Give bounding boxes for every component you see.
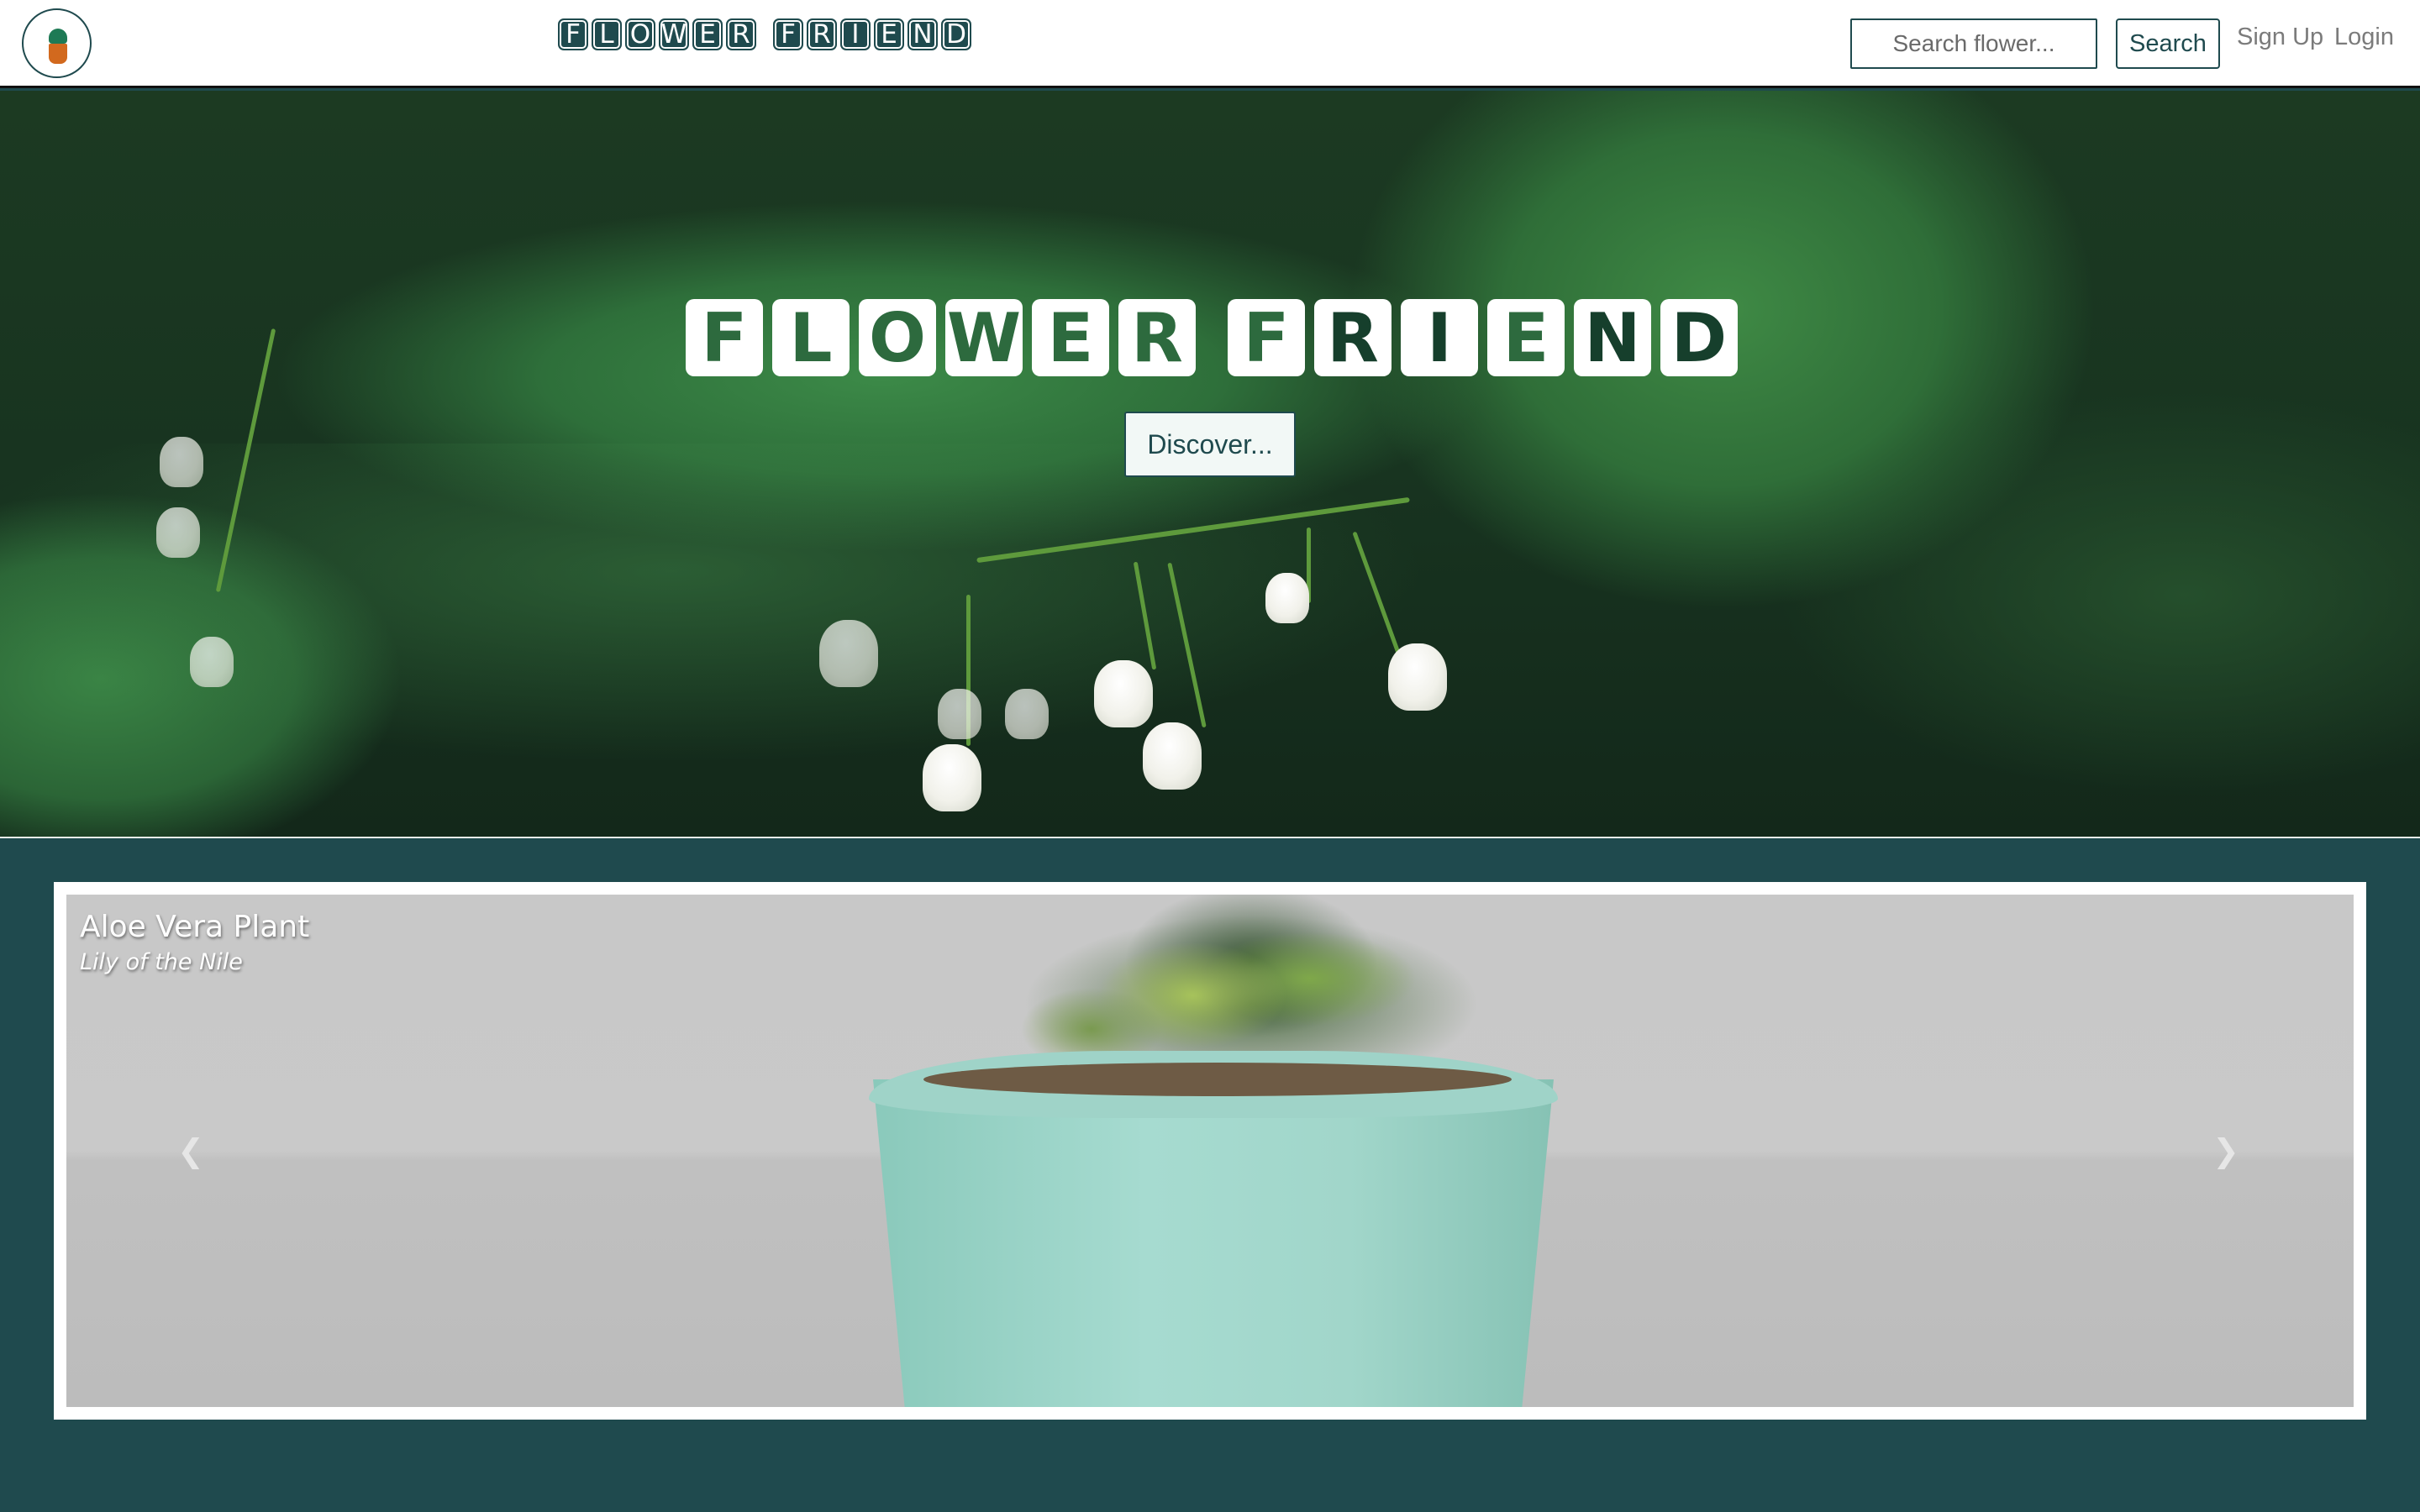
hero-title-letter: D xyxy=(1660,299,1738,377)
nav-title-letter: E xyxy=(692,18,723,50)
hero-title-letter: R xyxy=(1314,299,1392,377)
flower-bell xyxy=(1094,660,1153,727)
nav-title-letter: D xyxy=(941,18,971,50)
soil-image xyxy=(923,1063,1512,1096)
navbar-brand-title: F L O W E R F R I E N D xyxy=(558,18,975,50)
plant-carousel: Aloe Vera Plant Lily of the Nile ❮ ❯ xyxy=(54,882,2366,1420)
nav-title-letter: F xyxy=(773,18,803,50)
nav-title-letter: O xyxy=(625,18,655,50)
hero-title-letter: E xyxy=(1032,299,1109,377)
slide-caption: Aloe Vera Plant Lily of the Nile xyxy=(80,910,309,975)
hero-title: F L O W E R F R I E N D xyxy=(686,298,1747,377)
flower-bell xyxy=(156,507,200,558)
chevron-left-icon: ❮ xyxy=(177,1132,204,1169)
chevron-right-icon: ❯ xyxy=(2212,1132,2239,1169)
hero-title-letter: I xyxy=(1401,299,1478,377)
flower-bell xyxy=(160,437,203,487)
hero-title-letter: E xyxy=(1487,299,1565,377)
pot-image xyxy=(873,1079,1554,1407)
flower-bell xyxy=(1265,573,1309,623)
nav-title-letter: E xyxy=(874,18,904,50)
nav-title-letter: N xyxy=(908,18,938,50)
login-link[interactable]: Login xyxy=(2334,24,2394,51)
nav-title-space xyxy=(760,18,770,50)
top-navbar: F L O W E R F R I E N D Search Sign Up L… xyxy=(0,0,2420,88)
pot-shape xyxy=(49,44,67,64)
nav-title-letter: F xyxy=(558,18,588,50)
nav-title-letter: I xyxy=(840,18,871,50)
carousel-slide: Aloe Vera Plant Lily of the Nile ❮ ❯ xyxy=(66,895,2354,1407)
flower-bell xyxy=(938,689,981,739)
hero-background-leaf xyxy=(0,444,1428,763)
carousel-next-button[interactable]: ❯ xyxy=(2205,1130,2247,1172)
hero-title-letter: W xyxy=(945,298,1023,377)
hero-title-letter: R xyxy=(1118,299,1196,377)
slide-title: Aloe Vera Plant xyxy=(80,910,310,944)
flower-bell xyxy=(923,744,981,811)
nav-title-letter: L xyxy=(592,18,622,50)
nav-title-letter: R xyxy=(726,18,756,50)
hero-title-letter: F xyxy=(686,299,763,377)
hero-title-letter: N xyxy=(1574,299,1651,377)
search-input[interactable] xyxy=(1850,18,2097,69)
discover-button[interactable]: Discover... xyxy=(1124,412,1296,477)
potted-plant-icon xyxy=(49,29,67,44)
flower-bell xyxy=(1005,689,1049,739)
flower-bell xyxy=(190,637,234,687)
hero-title-space xyxy=(1205,299,1228,376)
flower-bell xyxy=(1388,643,1447,711)
hero-title-letter: L xyxy=(772,299,850,377)
flower-bell xyxy=(1143,722,1202,790)
slide-subtitle: Lily of the Nile xyxy=(80,949,243,975)
hero-title-letter: O xyxy=(859,299,936,377)
nav-title-letter: R xyxy=(807,18,837,50)
hero-title-letter: F xyxy=(1228,299,1305,377)
logo-link[interactable] xyxy=(22,8,92,78)
hero-banner: F L O W E R F R I E N D Discover... xyxy=(0,91,2420,838)
search-button[interactable]: Search xyxy=(2116,18,2220,69)
carousel-prev-button[interactable]: ❮ xyxy=(170,1130,212,1172)
signup-link[interactable]: Sign Up xyxy=(2237,24,2323,51)
flower-bell xyxy=(819,620,878,687)
nav-title-letter: W xyxy=(659,18,689,50)
